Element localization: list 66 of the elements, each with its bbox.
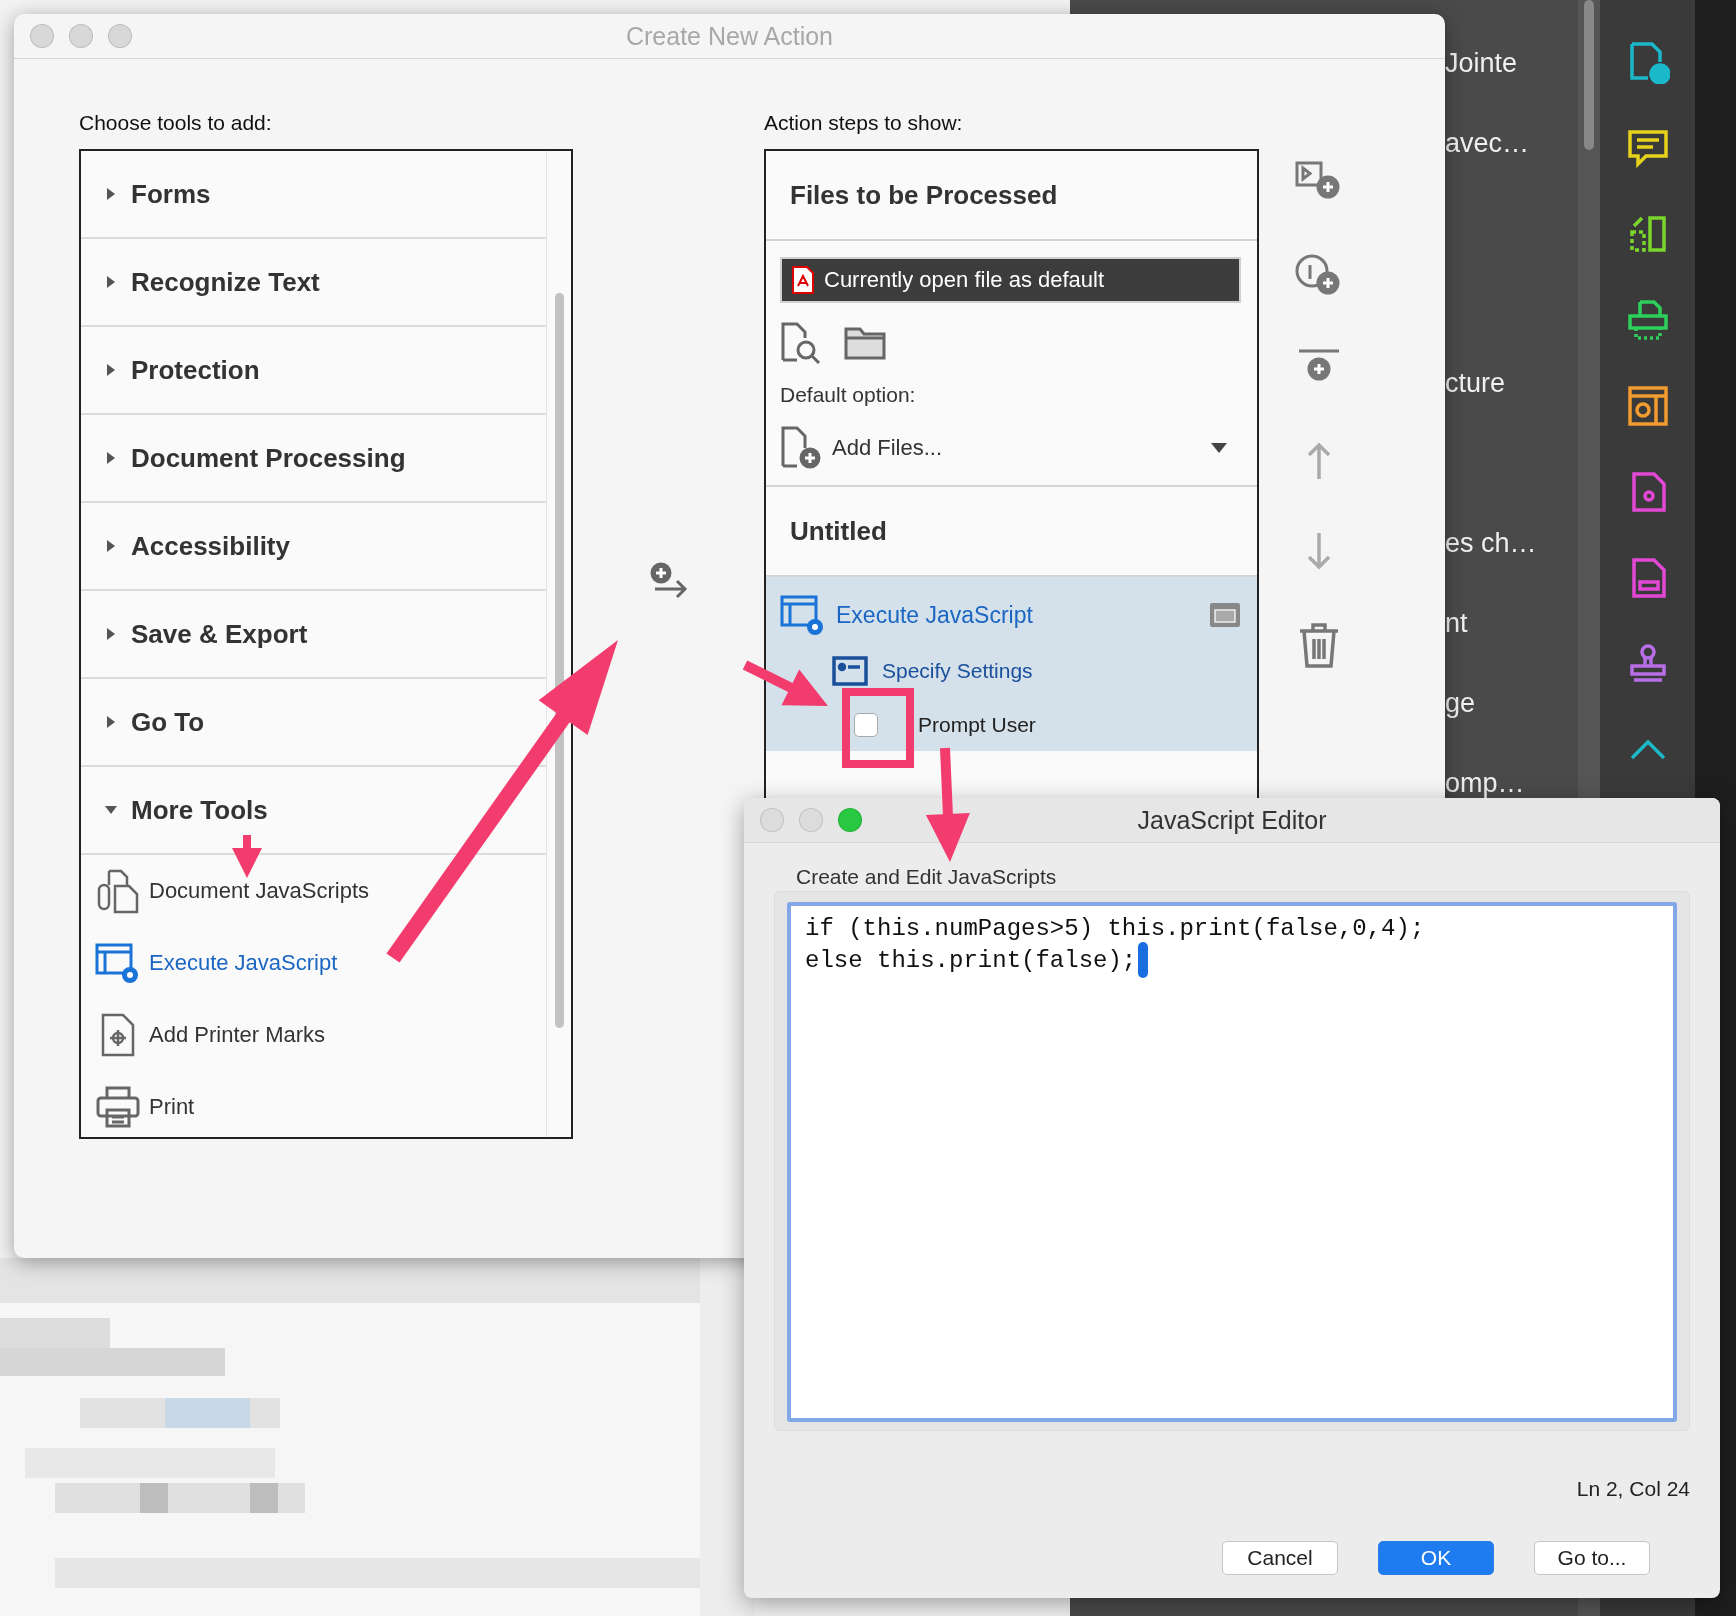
settings-link[interactable]: Specify Settings bbox=[882, 659, 1033, 683]
ok-dialog-icon[interactable] bbox=[1209, 602, 1241, 628]
menu-item-text[interactable]: es ch… bbox=[1445, 528, 1537, 559]
group-label: Create and Edit JavaScripts bbox=[795, 865, 1057, 889]
tool-item[interactable]: Document JavaScripts bbox=[149, 878, 370, 904]
pdf-file-icon bbox=[792, 266, 814, 294]
group-header[interactable]: Protection bbox=[131, 354, 260, 386]
trash-icon[interactable] bbox=[1297, 621, 1341, 669]
checkbox-label: Prompt User bbox=[918, 713, 1036, 737]
file-add-icon bbox=[780, 426, 822, 470]
tool-item[interactable]: Add Printer Marks bbox=[149, 1022, 326, 1048]
dialog-button[interactable]: Cancel bbox=[1222, 1541, 1338, 1575]
caret-right-icon[interactable] bbox=[105, 716, 117, 728]
window-title: Create New Action bbox=[626, 21, 833, 51]
dialog-button[interactable]: OK bbox=[1378, 1541, 1494, 1575]
menu-item-text[interactable]: omp… bbox=[1445, 768, 1525, 799]
settings-card-icon bbox=[832, 656, 868, 686]
section-title: Untitled bbox=[790, 515, 887, 547]
tool-item[interactable]: Print bbox=[149, 1094, 195, 1120]
code-line: if (this.numPages>5) this.print(false,0,4); bbox=[805, 914, 1425, 942]
cursor-position: Ln 2, Col 24 bbox=[1576, 1477, 1690, 1501]
tool-item[interactable]: Execute JavaScript bbox=[149, 950, 338, 976]
zoom-button[interactable] bbox=[838, 808, 862, 832]
group-header[interactable]: Go To bbox=[131, 706, 205, 738]
file-search-icon[interactable] bbox=[780, 322, 822, 364]
code-line: else this.print(false); bbox=[805, 946, 1137, 974]
step-label: Execute JavaScript bbox=[836, 601, 1034, 629]
group-header[interactable]: Document Processing bbox=[131, 442, 406, 474]
caret-right-icon[interactable] bbox=[105, 452, 117, 464]
group-header[interactable]: Accessibility bbox=[131, 530, 290, 562]
window-title: JavaScript Editor bbox=[1137, 805, 1327, 835]
printer-icon bbox=[95, 1084, 141, 1130]
group-header[interactable]: Forms bbox=[131, 178, 211, 210]
scrollbar-thumb[interactable] bbox=[1584, 0, 1594, 150]
section-heading: Action steps to show: bbox=[764, 111, 963, 135]
scrollbar-thumb[interactable] bbox=[554, 293, 564, 1028]
window-gear-icon[interactable] bbox=[1625, 384, 1670, 428]
field-label: Default option: bbox=[780, 383, 917, 407]
scanner-icon[interactable] bbox=[1625, 298, 1670, 342]
section-title: Files to be Processed bbox=[790, 179, 1058, 211]
code-field[interactable]: if (this.numPages>5) this.print(false,0,4); else this.print(false); bbox=[787, 902, 1677, 1422]
file-source-option[interactable]: Currently open file as default bbox=[780, 257, 1241, 303]
option-dropdown[interactable]: Add Files... bbox=[780, 419, 1241, 477]
checkbox[interactable] bbox=[854, 713, 878, 737]
caret-down-icon bbox=[1211, 443, 1227, 453]
menu-item-text[interactable]: nt bbox=[1445, 608, 1468, 639]
caret-right-icon[interactable] bbox=[105, 364, 117, 376]
caret-right-icon[interactable] bbox=[105, 188, 117, 200]
annotation-arrow bbox=[232, 835, 262, 878]
menu-item-text[interactable]: ge bbox=[1445, 688, 1476, 719]
group-header[interactable]: Save & Export bbox=[131, 618, 308, 650]
scripts-icon bbox=[95, 868, 141, 914]
text-cursor bbox=[1138, 942, 1149, 978]
dialog-button[interactable]: Go to... bbox=[1534, 1541, 1650, 1575]
caret-right-icon[interactable] bbox=[105, 276, 117, 288]
group-header[interactable]: Recognize Text bbox=[131, 266, 320, 298]
menu-item-text[interactable]: cture bbox=[1445, 368, 1506, 399]
folder-icon[interactable] bbox=[844, 325, 886, 361]
caret-right-icon[interactable] bbox=[105, 628, 117, 640]
caret-right-icon[interactable] bbox=[105, 540, 117, 552]
caret-down-icon[interactable] bbox=[105, 804, 117, 816]
group-header[interactable]: More Tools bbox=[131, 794, 268, 826]
menu-item-text[interactable]: Jointe bbox=[1445, 48, 1518, 79]
selected-step[interactable]: Execute JavaScript Specify Settings Prompt User bbox=[766, 577, 1257, 751]
menu-item-text[interactable]: avec… bbox=[1445, 128, 1530, 159]
section-heading: Choose tools to add: bbox=[79, 111, 272, 135]
